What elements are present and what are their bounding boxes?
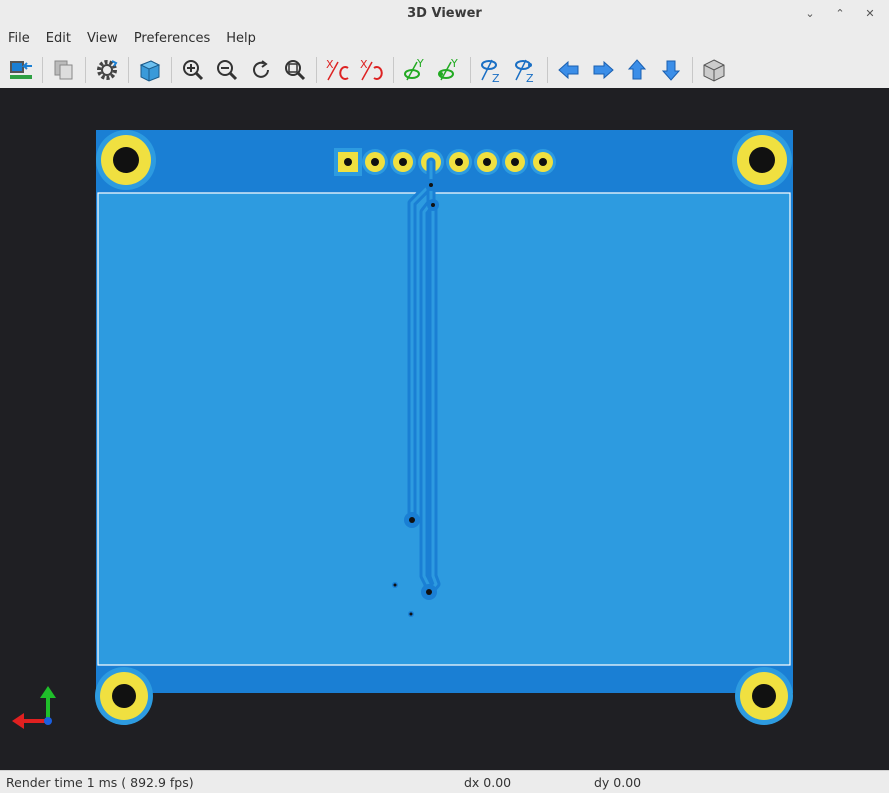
mounting-hole-top-right	[732, 130, 792, 190]
menu-view[interactable]: View	[79, 31, 126, 46]
restore-button[interactable]: ⌃	[831, 4, 849, 22]
minimize-button[interactable]: ⌄	[801, 4, 819, 22]
reload-board-button[interactable]	[6, 55, 36, 85]
window-controls: ⌄ ⌃ ✕	[801, 4, 879, 22]
svg-text:Y: Y	[450, 57, 458, 70]
svg-text:Z: Z	[492, 72, 500, 84]
window-title: 3D Viewer	[407, 5, 482, 21]
zoom-fit-icon	[285, 59, 306, 80]
arrow-left-icon	[558, 60, 579, 79]
mounting-hole-bottom-right	[735, 667, 793, 725]
settings-button[interactable]	[92, 55, 122, 85]
raytracing-toggle[interactable]	[135, 55, 165, 85]
dy-status: dy 0.00	[594, 774, 642, 790]
rotate-z-ccw-icon: Z	[515, 59, 534, 84]
pcb-render	[0, 88, 889, 770]
move-up-button[interactable]	[622, 55, 652, 85]
render-time-status: Render time 1 ms ( 892.9 fps)	[6, 774, 194, 790]
close-button[interactable]: ✕	[861, 4, 879, 22]
title-bar: 3D Viewer ⌄ ⌃ ✕	[0, 0, 889, 26]
zoom-in-button[interactable]	[178, 55, 208, 85]
rotate-y-cw-button[interactable]: Y	[400, 55, 430, 85]
pcb-display-area	[97, 192, 791, 666]
3d-viewport[interactable]	[0, 88, 889, 770]
zoom-out-button[interactable]	[212, 55, 242, 85]
move-left-button[interactable]	[554, 55, 584, 85]
rotate-z-cw-button[interactable]: Z	[477, 55, 507, 85]
rotate-x-cw-button[interactable]: X	[323, 55, 353, 85]
svg-text:Z: Z	[526, 72, 534, 84]
menu-preferences[interactable]: Preferences	[126, 31, 218, 46]
refresh-icon	[253, 59, 269, 78]
reload-board-icon	[10, 60, 32, 79]
rotate-z-ccw-button[interactable]: Z	[511, 55, 541, 85]
rotate-x-cw-icon: X	[326, 58, 349, 80]
rotate-x-ccw-icon: X	[360, 58, 383, 80]
copy-icon	[54, 60, 73, 79]
mounting-hole-bottom-left	[95, 667, 153, 725]
menu-edit[interactable]: Edit	[38, 31, 79, 46]
cube-render-icon	[139, 59, 161, 82]
rotate-y-cw-icon: Y	[404, 57, 424, 80]
arrow-right-icon	[593, 60, 614, 79]
move-right-button[interactable]	[588, 55, 618, 85]
mounting-hole-top-left	[96, 130, 156, 190]
zoom-in-icon	[183, 59, 204, 80]
rotate-y-ccw-button[interactable]: Y	[434, 55, 464, 85]
status-bar: Render time 1 ms ( 892.9 fps) dx 0.00 dy…	[0, 770, 889, 793]
svg-text:Y: Y	[416, 57, 424, 70]
rotate-x-ccw-button[interactable]: X	[357, 55, 387, 85]
redraw-button[interactable]	[246, 55, 276, 85]
svg-text:X: X	[326, 58, 334, 71]
svg-text:X: X	[360, 58, 368, 71]
zoom-fit-button[interactable]	[280, 55, 310, 85]
move-down-button[interactable]	[656, 55, 686, 85]
toolbar: X X Y Y Z Z	[0, 51, 889, 88]
menu-bar: File Edit View Preferences Help	[0, 26, 889, 50]
gear-icon	[97, 59, 118, 80]
cube-view-icon	[703, 58, 725, 82]
menu-file[interactable]: File	[0, 31, 38, 46]
dx-status: dx 0.00	[464, 774, 512, 790]
arrow-up-icon	[627, 58, 647, 79]
rotate-z-cw-icon: Z	[481, 59, 500, 84]
view-3d-button[interactable]	[699, 55, 729, 85]
menu-help[interactable]: Help	[218, 31, 264, 46]
copy-image-button[interactable]	[49, 55, 79, 85]
zoom-out-icon	[217, 59, 238, 80]
rotate-y-ccw-icon: Y	[438, 57, 458, 80]
arrow-down-icon	[661, 60, 681, 81]
